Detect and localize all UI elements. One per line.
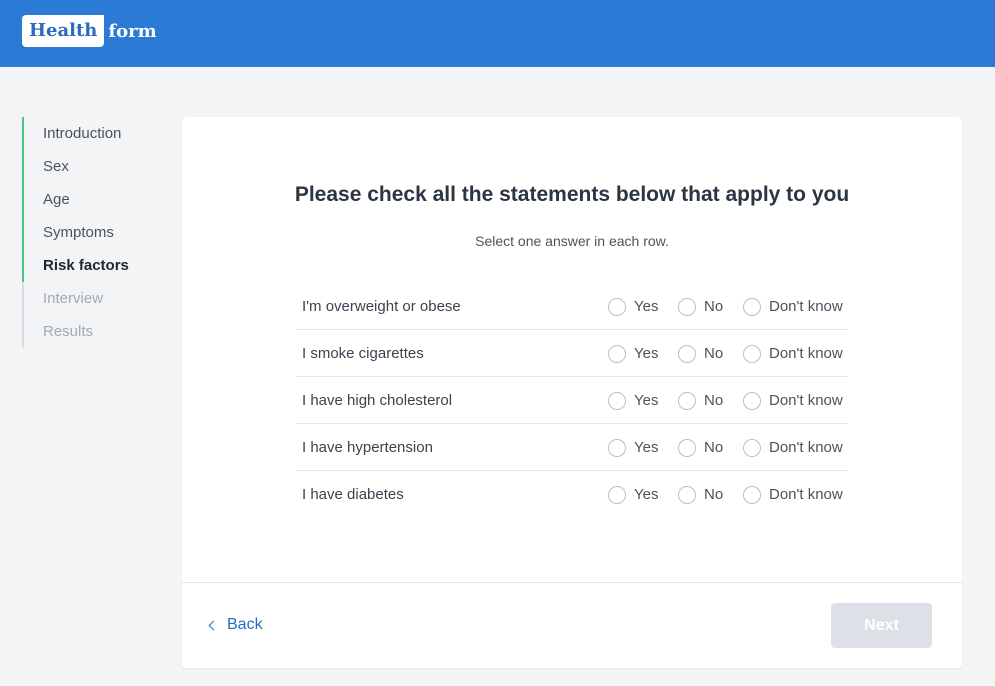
radio-yes[interactable]: Yes [608, 424, 658, 471]
step-label: Interview [43, 290, 104, 307]
step-symptoms[interactable]: Symptoms [22, 216, 162, 249]
chevron-left-icon [208, 620, 219, 631]
option-label: Yes [634, 345, 659, 362]
table-row: I have hypertension Yes No Don't know [297, 424, 847, 471]
logo[interactable]: Health form [22, 15, 157, 47]
radio-yes[interactable]: Yes [608, 330, 658, 377]
step-results: Results [22, 315, 162, 348]
radio-no[interactable]: No [678, 283, 723, 330]
option-label: No [704, 298, 724, 315]
option-label: No [704, 439, 724, 456]
top-bar: Health form [0, 0, 995, 67]
table-row: I'm overweight or obese Yes No Don't kno… [297, 283, 847, 330]
radio-yes[interactable]: Yes [608, 377, 658, 424]
table-row: I have high cholesterol Yes No Don't kno… [297, 377, 847, 424]
radio-no[interactable]: No [678, 471, 723, 518]
radio-yes[interactable]: Yes [608, 471, 658, 518]
table-row: I have diabetes Yes No Don't know [297, 471, 847, 518]
option-label: Yes [634, 298, 659, 315]
radio-circle-icon[interactable] [608, 391, 626, 410]
step-label: Results [43, 323, 94, 340]
option-label: Don't know [769, 298, 843, 315]
question-card: Please check all the statements below th… [182, 117, 962, 668]
back-button[interactable]: Back [208, 615, 263, 635]
table-row: I smoke cigarettes Yes No Don't know [297, 330, 847, 377]
radio-circle-icon[interactable] [608, 485, 626, 504]
radio-circle-icon[interactable] [743, 485, 761, 504]
footer-divider [182, 582, 962, 583]
radio-circle-icon[interactable] [678, 344, 696, 363]
radio-circle-icon[interactable] [608, 297, 626, 316]
step-interview: Interview [22, 282, 162, 315]
radio-circle-icon[interactable] [743, 438, 761, 457]
answer-rows: I'm overweight or obese Yes No Don't kno… [297, 283, 847, 518]
option-label: Yes [634, 439, 659, 456]
question-title: Please check all the statements below th… [294, 183, 850, 206]
step-label: Introduction [43, 125, 122, 142]
radio-no[interactable]: No [678, 424, 723, 471]
step-introduction[interactable]: Introduction [22, 117, 162, 150]
option-label: Yes [634, 486, 659, 503]
radio-circle-icon[interactable] [608, 438, 626, 457]
radio-dont-know[interactable]: Don't know [743, 377, 843, 424]
radio-circle-icon[interactable] [678, 297, 696, 316]
option-label: No [704, 345, 724, 362]
step-age[interactable]: Age [22, 183, 162, 216]
radio-circle-icon[interactable] [743, 391, 761, 410]
step-label: Sex [43, 158, 69, 175]
logo-form: form [108, 20, 157, 42]
progress-steps: Introduction Sex Age Symptoms Risk facto… [22, 117, 162, 348]
radio-circle-icon[interactable] [608, 344, 626, 363]
radio-no[interactable]: No [678, 330, 723, 377]
radio-circle-icon[interactable] [678, 438, 696, 457]
radio-dont-know[interactable]: Don't know [743, 330, 843, 377]
radio-circle-icon[interactable] [743, 344, 761, 363]
option-label: Don't know [769, 486, 843, 503]
radio-dont-know[interactable]: Don't know [743, 283, 843, 330]
step-sex[interactable]: Sex [22, 150, 162, 183]
option-label: Yes [634, 392, 659, 409]
option-label: Don't know [769, 392, 843, 409]
question-subtitle: Select one answer in each row. [475, 233, 669, 249]
radio-dont-know[interactable]: Don't know [743, 424, 843, 471]
step-label: Risk factors [43, 257, 129, 274]
logo-health: Health [22, 15, 105, 47]
back-label: Back [227, 616, 263, 633]
step-label: Age [43, 191, 70, 208]
step-label: Symptoms [43, 224, 114, 241]
option-label: Don't know [769, 439, 843, 456]
radio-yes[interactable]: Yes [608, 283, 658, 330]
radio-circle-icon[interactable] [678, 485, 696, 504]
option-label: No [704, 392, 724, 409]
option-label: Don't know [769, 345, 843, 362]
radio-dont-know[interactable]: Don't know [743, 471, 843, 518]
radio-no[interactable]: No [678, 377, 723, 424]
radio-circle-icon[interactable] [743, 297, 761, 316]
next-button[interactable]: Next [831, 603, 932, 648]
radio-circle-icon[interactable] [678, 391, 696, 410]
step-risk-factors: Risk factors [22, 249, 162, 282]
option-label: No [704, 486, 724, 503]
